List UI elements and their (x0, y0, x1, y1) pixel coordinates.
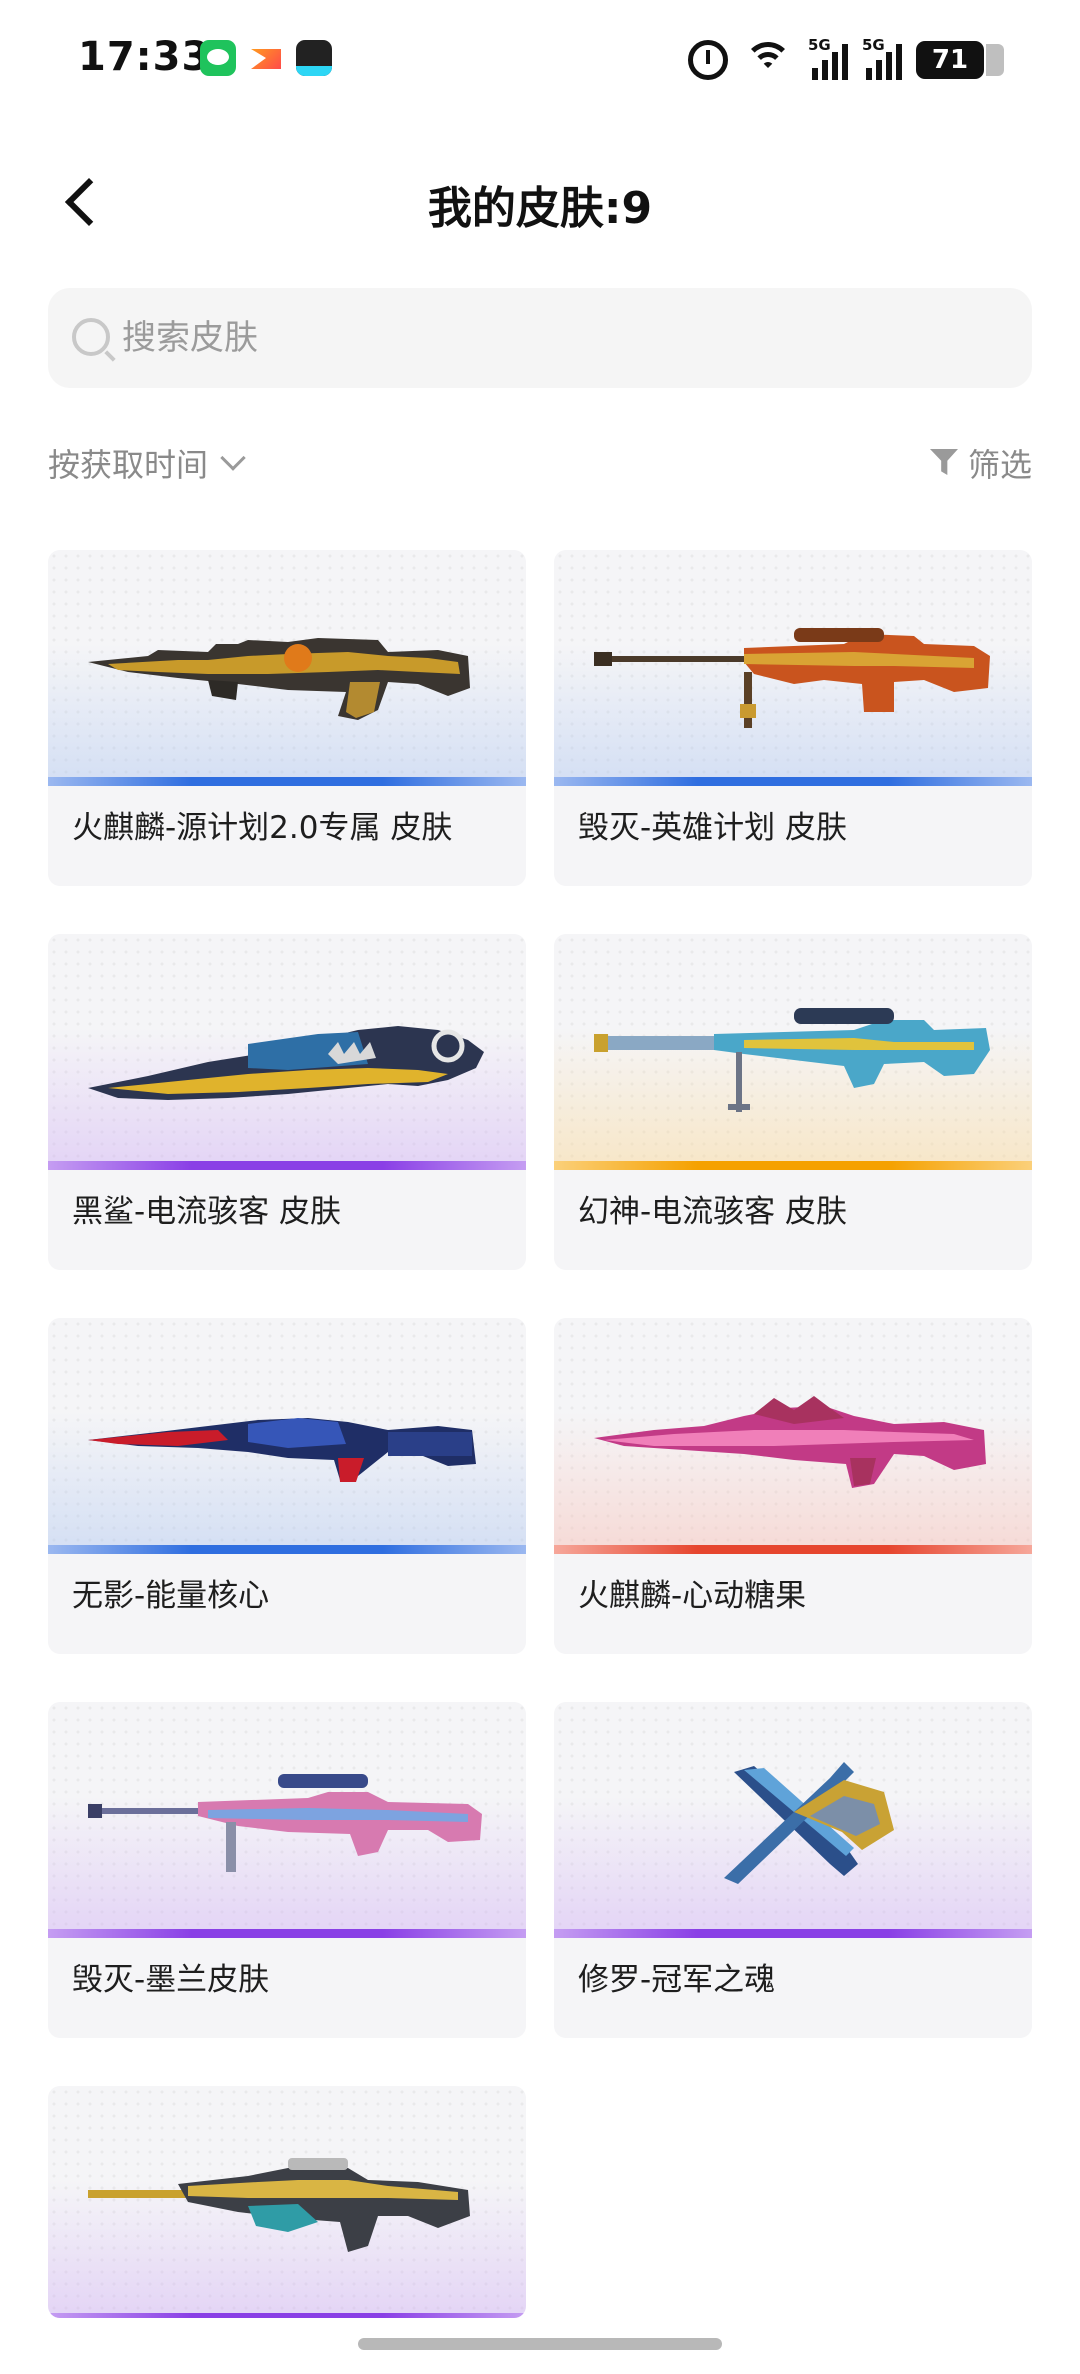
network-type-label: 5G (862, 36, 885, 54)
rifle-skin-image (88, 1418, 476, 1482)
blade-gun-skin-image (88, 1026, 484, 1100)
skin-name: 无影-能量核心 (72, 1578, 270, 1614)
skin-image (554, 550, 1032, 786)
battery-icon: 71 (916, 41, 1004, 79)
wechat-icon (200, 40, 236, 76)
skin-grid: 火麒麟-源计划2.0专属 皮肤 毁灭-英雄计划 皮肤 黑鲨-电流骇客 皮肤 幻神… (48, 550, 1032, 2318)
status-bar: 17:33 5G 5G 71 (0, 0, 1080, 120)
skin-image (48, 934, 526, 1170)
rarity-bar (48, 1929, 526, 1938)
search-bar[interactable] (48, 288, 1032, 388)
skin-name: 毁灭-墨兰皮肤 (72, 1962, 270, 1998)
skin-image (554, 934, 1032, 1170)
sniper-skin-image (88, 1774, 482, 1872)
sniper-skin-image (594, 1008, 990, 1112)
rarity-bar (48, 1161, 526, 1170)
skin-card[interactable]: 无影-能量核心 (48, 1318, 526, 1654)
mail-icon (248, 40, 284, 76)
skin-name: 幻神-电流骇客 皮肤 (578, 1194, 848, 1230)
rarity-bar (48, 1545, 526, 1554)
filter-label: 筛选 (967, 446, 1032, 484)
alarm-icon (688, 40, 728, 80)
home-indicator[interactable] (358, 2338, 722, 2350)
skin-image (48, 550, 526, 786)
skin-name: 黑鲨-电流骇客 皮肤 (72, 1194, 342, 1230)
signal-5g-icon: 5G (862, 36, 902, 80)
filter-icon (930, 447, 960, 479)
sort-label: 按获取时间 (48, 446, 209, 484)
search-icon (72, 318, 110, 356)
skin-image (48, 2086, 526, 2318)
skin-card[interactable]: 黑鲨-电流骇客 皮肤 (48, 934, 526, 1270)
skin-card[interactable] (48, 2086, 526, 2318)
skin-image (48, 1318, 526, 1554)
rarity-bar (48, 2313, 526, 2318)
rarity-bar (48, 777, 526, 786)
network-type-label: 5G (808, 36, 831, 54)
skin-card[interactable]: 毁灭-英雄计划 皮肤 (554, 550, 1032, 886)
skin-card[interactable]: 幻神-电流骇客 皮肤 (554, 934, 1032, 1270)
skin-card[interactable]: 修罗-冠军之魂 (554, 1702, 1032, 2038)
rarity-bar (554, 1929, 1032, 1938)
sniper-skin-image (594, 628, 990, 728)
skin-image (554, 1318, 1032, 1554)
chevron-down-icon (220, 445, 246, 471)
sort-dropdown[interactable]: 按获取时间 (48, 438, 246, 488)
news-app-icon (296, 40, 332, 76)
rarity-bar (554, 1161, 1032, 1170)
rarity-bar (554, 777, 1032, 786)
rarity-bar (554, 1545, 1032, 1554)
pistol-skin-image (724, 1762, 894, 1884)
skin-card[interactable]: 火麒麟-心动糖果 (554, 1318, 1032, 1654)
status-time: 17:33 (78, 34, 211, 80)
filter-button[interactable]: 筛选 (930, 438, 1032, 488)
rifle-skin-image (88, 638, 470, 720)
skin-image (554, 1702, 1032, 1938)
skin-card[interactable]: 毁灭-墨兰皮肤 (48, 1702, 526, 2038)
skin-name: 修罗-冠军之魂 (578, 1962, 776, 1998)
skin-name: 毁灭-英雄计划 皮肤 (578, 810, 848, 846)
rifle-skin-image (594, 1396, 986, 1488)
signal-5g-icon: 5G (808, 36, 848, 80)
rifle-skin-image (88, 2158, 470, 2252)
search-input[interactable] (122, 306, 1002, 370)
skin-image (48, 1702, 526, 1938)
skin-card[interactable]: 火麒麟-源计划2.0专属 皮肤 (48, 550, 526, 886)
page-title: 我的皮肤:9 (427, 183, 653, 234)
skin-name: 火麒麟-心动糖果 (578, 1578, 807, 1614)
wifi-icon (742, 40, 794, 80)
system-icons: 5G 5G 71 (688, 36, 1004, 84)
skin-name: 火麒麟-源计划2.0专属 皮肤 (72, 810, 453, 846)
